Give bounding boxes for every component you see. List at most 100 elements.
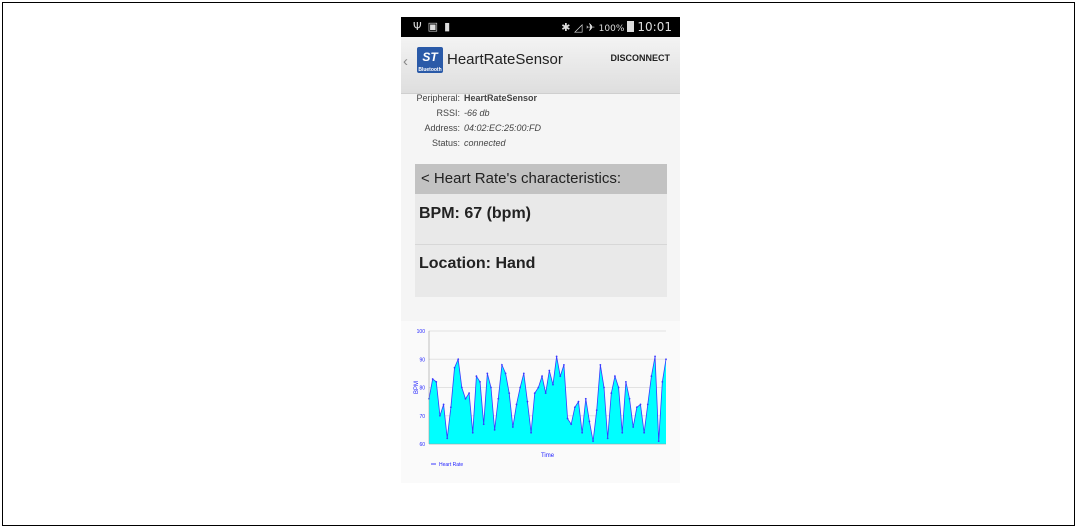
data-point [497,397,500,400]
data-point [581,431,584,434]
y-tick-label: 70 [419,414,425,420]
data-point [610,392,613,395]
data-point [555,355,558,358]
data-point [533,392,536,395]
data-point [566,417,569,420]
address-value: 04:02:EC:25:00:FD [464,123,542,133]
sdcard-icon: ▮ [444,20,457,33]
data-point [493,428,496,431]
data-point [588,420,591,423]
data-point [584,397,587,400]
data-point [449,406,452,409]
data-point [515,403,518,406]
logo-text: ST [422,50,438,64]
data-point [479,380,481,383]
airplane-icon: ✈ [585,21,596,34]
data-point [614,375,616,378]
data-point [563,364,565,366]
characteristics-header[interactable]: < Heart Rate's characteristics: [415,164,667,194]
data-point [464,397,467,400]
x-axis-label: Time [541,453,555,459]
data-point [628,397,631,400]
data-point [486,372,489,375]
data-point [632,426,635,428]
data-point [537,386,540,389]
data-point [552,383,554,386]
divider [415,244,667,245]
data-point [665,358,667,361]
battery-icon [627,21,635,32]
info-row-address: Address: 04:02:EC:25:00:FD [413,121,541,136]
data-point [442,403,445,406]
back-chevron-icon[interactable]: ‹ [403,53,408,70]
data-point [621,431,624,434]
data-point [519,386,522,389]
data-point [599,364,602,366]
status-time: 10:01 [637,20,672,34]
data-point [570,423,573,426]
disconnect-button[interactable]: DISCONNECT [610,53,670,63]
data-point [577,400,580,403]
data-point [592,440,594,443]
data-point [595,409,598,411]
phone-screen: Ψ▣▮ ✱ ◿ ✈ 100% 10:01 ‹ ST Bluetooth Heart… [401,17,680,483]
heart-rate-chart: 60 70 80 90 100 BPM Time Heart Rate [401,321,680,483]
battery-percent: 100% [598,24,625,34]
peripheral-value: HeartRateSensor [464,93,538,103]
data-point [646,403,649,406]
data-point [504,372,507,375]
data-point [617,386,620,389]
data-point [661,380,664,383]
data-point [508,392,511,395]
info-label: RSSI: [436,108,460,118]
data-point [548,369,551,372]
data-point [573,406,576,409]
y-tick-label: 60 [419,442,425,448]
status-left-icons: Ψ▣▮ [413,20,456,33]
st-bluetooth-logo-icon: ST Bluetooth [417,47,443,73]
data-point [431,378,434,380]
y-tick-label: 100 [417,329,426,335]
data-point [635,406,638,409]
data-point [471,431,474,434]
data-point [639,403,642,406]
usb-icon: Ψ [413,20,428,33]
data-point [468,392,471,395]
app-title: HeartRateSensor [447,51,563,68]
data-point [643,431,646,434]
characteristics-panel: BPM: 67 (bpm) Location: Hand [415,194,667,297]
data-point [439,414,441,417]
data-point [457,358,460,361]
data-point [530,431,532,434]
data-point [526,400,529,403]
data-point [460,386,463,389]
data-point [453,366,456,369]
action-bar: ‹ ST Bluetooth HeartRateSensor DISCONNEC… [401,37,680,94]
info-label: Peripheral: [416,93,460,103]
data-point [606,437,609,440]
y-axis-label: BPM [414,381,420,394]
y-tick-label: 80 [419,386,425,392]
info-row-status: Status: connected [413,136,541,151]
data-point [490,386,492,389]
data-point [603,386,605,389]
no-signal-icon: ◿ [573,21,583,34]
bpm-value: BPM: 67 (bpm) [419,205,531,222]
data-point [482,423,485,426]
info-row-rssi: RSSI: -66 db [413,106,541,121]
status-value: connected [464,138,506,148]
data-point [522,372,525,375]
heart-rate-chart-svg: 60 70 80 90 100 BPM Time Heart Rate [414,329,667,468]
info-row-peripheral: Peripheral: HeartRateSensor [413,91,541,106]
status-bar: Ψ▣▮ ✱ ◿ ✈ 100% 10:01 [401,17,680,37]
data-point [544,392,547,395]
bluetooth-icon: ✱ [561,21,571,34]
device-info: Peripheral: HeartRateSensor RSSI: -66 db A… [413,91,541,151]
data-point [654,355,656,358]
data-point [541,375,543,378]
data-point [501,364,503,366]
data-point [657,440,660,443]
data-point [650,375,653,378]
data-point [475,375,478,378]
series-area [429,356,666,444]
